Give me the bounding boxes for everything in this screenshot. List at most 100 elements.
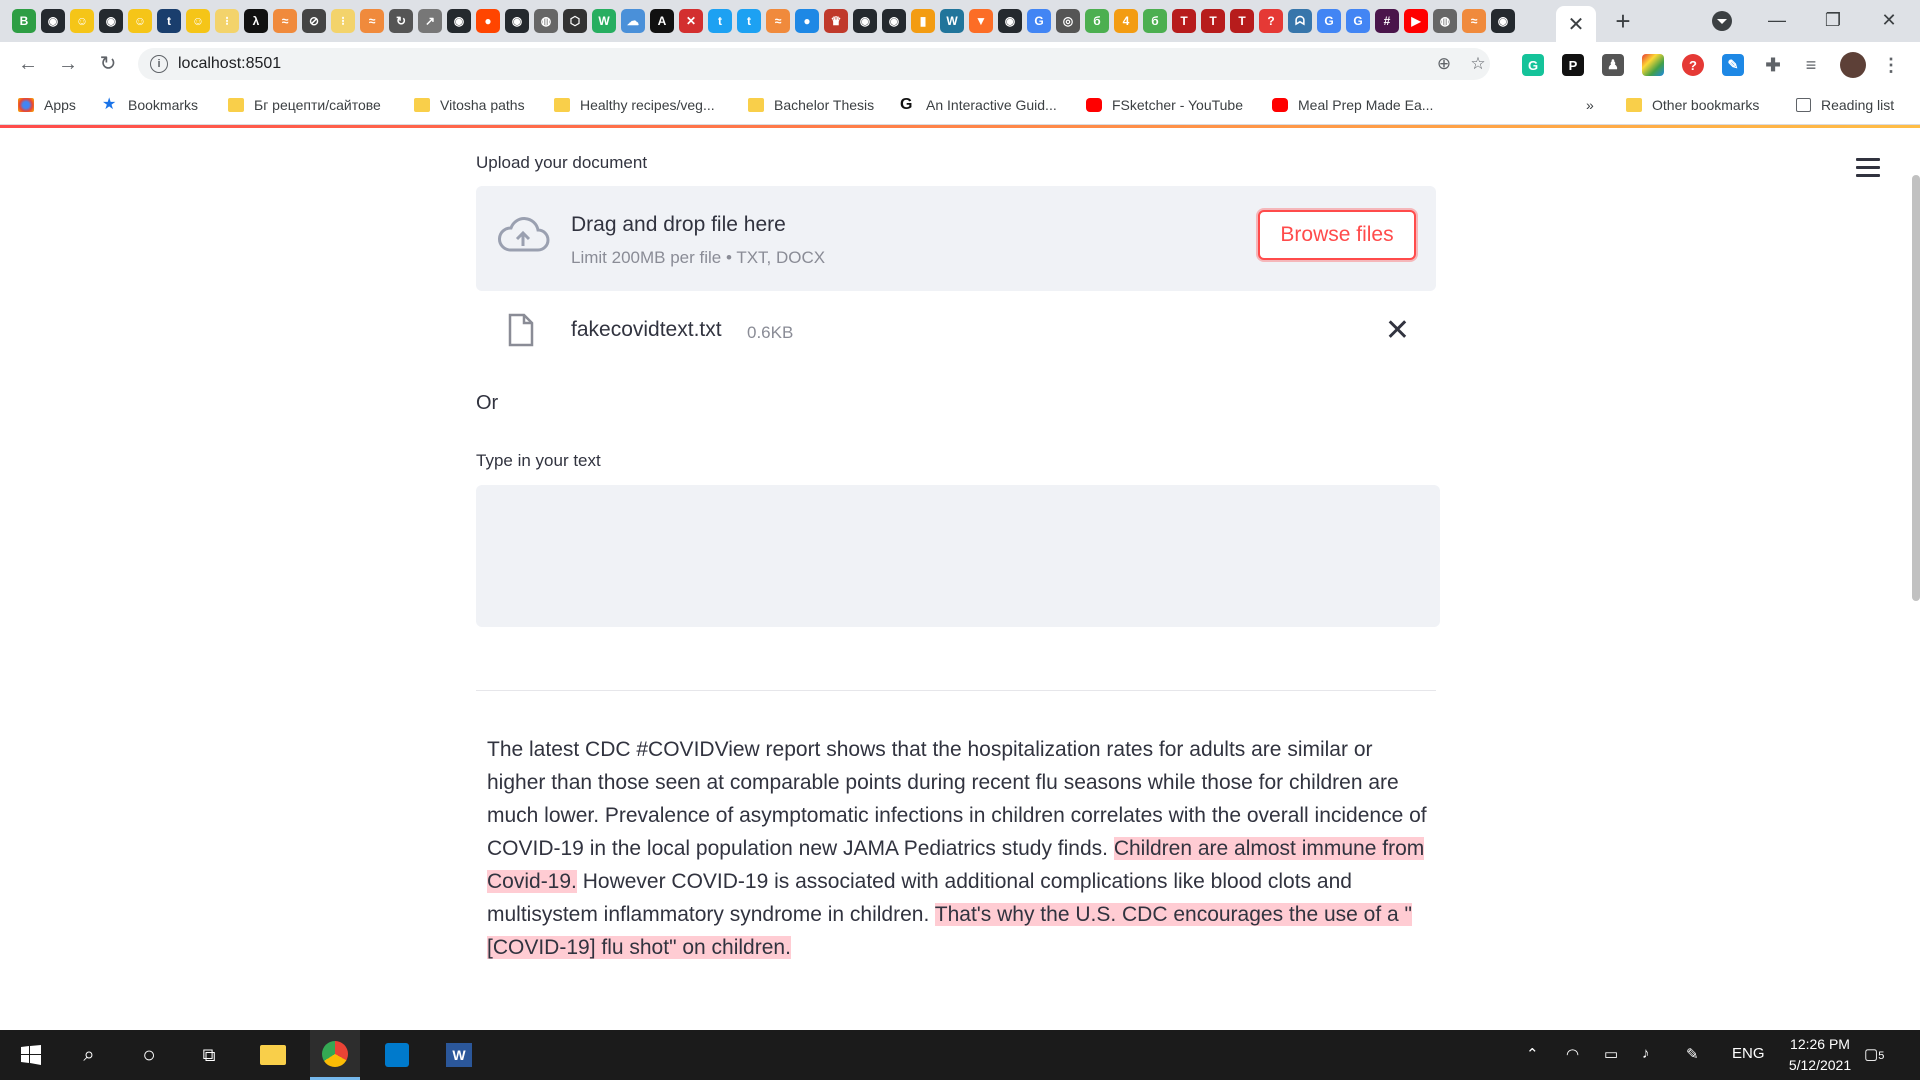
hamburger-menu-icon[interactable] bbox=[1856, 158, 1880, 178]
search-icon[interactable]: ⌕ bbox=[64, 1030, 114, 1080]
github-icon[interactable]: ◉ bbox=[853, 9, 877, 33]
wordpress-icon[interactable]: W bbox=[940, 9, 964, 33]
tab-favicon-icon[interactable]: ? bbox=[1259, 9, 1283, 33]
github-icon[interactable]: ◉ bbox=[41, 9, 65, 33]
vscode-taskbar-icon[interactable] bbox=[372, 1030, 422, 1080]
battery-icon[interactable]: ▭ bbox=[1604, 1045, 1618, 1063]
github-icon[interactable]: ◉ bbox=[882, 9, 906, 33]
tray-chevron-icon[interactable]: ⌃ bbox=[1526, 1045, 1539, 1063]
tab-favicon-icon[interactable]: ☁ bbox=[621, 9, 645, 33]
browse-files-button[interactable]: Browse files bbox=[1258, 210, 1416, 260]
tab-favicon-icon[interactable]: 4 bbox=[1114, 9, 1138, 33]
tab-favicon-icon[interactable]: T bbox=[1172, 9, 1196, 33]
reading-list-button[interactable]: Reading list bbox=[1796, 95, 1894, 115]
bookmark-link[interactable]: FSketcher - YouTube bbox=[1086, 95, 1243, 115]
volume-icon[interactable]: ♪ bbox=[1642, 1045, 1650, 1062]
site-info-icon[interactable]: i bbox=[150, 55, 168, 73]
github-icon[interactable]: ◉ bbox=[505, 9, 529, 33]
tab-favicon-icon[interactable]: t bbox=[157, 9, 181, 33]
bookmark-star-icon[interactable]: ☆ bbox=[1468, 54, 1488, 74]
bookmark-folder[interactable]: Бг рецепти/сайтове bbox=[228, 95, 381, 115]
media-control-icon[interactable]: ≡ bbox=[1800, 54, 1822, 76]
grammarly-extension-icon[interactable]: G bbox=[1522, 54, 1544, 76]
extension-icon[interactable]: ✎ bbox=[1722, 54, 1744, 76]
globe-icon[interactable]: ◍ bbox=[1433, 9, 1457, 33]
github-icon[interactable]: ◉ bbox=[99, 9, 123, 33]
tab-favicon-icon[interactable]: B bbox=[12, 9, 36, 33]
tab-favicon-icon[interactable]: ≈ bbox=[1462, 9, 1486, 33]
wifi-icon[interactable]: ◠ bbox=[1566, 1045, 1579, 1063]
gitlab-icon[interactable]: ▼ bbox=[969, 9, 993, 33]
google-icon[interactable]: G bbox=[1317, 9, 1341, 33]
bookmark-folder[interactable]: Healthy recipes/veg... bbox=[554, 95, 715, 115]
tab-favicon-icon[interactable]: ☺ bbox=[70, 9, 94, 33]
github-icon[interactable]: ◉ bbox=[998, 9, 1022, 33]
forward-arrow-icon[interactable]: → bbox=[54, 50, 82, 78]
tab-favicon-icon[interactable]: б bbox=[1085, 9, 1109, 33]
github-icon[interactable]: ◉ bbox=[447, 9, 471, 33]
extension-icon[interactable]: ♟ bbox=[1602, 54, 1624, 76]
address-bar[interactable]: i localhost:8501 ⊕ ☆ bbox=[138, 48, 1490, 80]
python-icon[interactable]: ᗣ bbox=[1288, 9, 1312, 33]
twitter-icon[interactable]: t bbox=[708, 9, 732, 33]
github-icon[interactable]: ◉ bbox=[1491, 9, 1515, 33]
back-arrow-icon[interactable]: ← bbox=[14, 50, 42, 78]
zoom-icon[interactable]: ⊕ bbox=[1434, 54, 1454, 74]
notification-center-icon[interactable]: ▢5 bbox=[1864, 1045, 1884, 1063]
tab-favicon-icon[interactable]: T bbox=[1230, 9, 1254, 33]
twitter-icon[interactable]: t bbox=[737, 9, 761, 33]
tab-favicon-icon[interactable]: ≈ bbox=[360, 9, 384, 33]
close-window-icon[interactable]: ✕ bbox=[1864, 5, 1914, 35]
close-tab-icon[interactable]: ✕ bbox=[1568, 12, 1585, 37]
file-dropzone[interactable]: Drag and drop file here Limit 200MB per … bbox=[476, 186, 1436, 291]
more-menu-icon[interactable]: ⋮ bbox=[1880, 54, 1902, 76]
restore-window-icon[interactable]: ❐ bbox=[1808, 5, 1858, 35]
tab-favicon-icon[interactable]: T bbox=[1201, 9, 1225, 33]
chrome-taskbar-icon[interactable] bbox=[310, 1030, 360, 1080]
tab-favicon-icon[interactable]: ⁝ bbox=[215, 9, 239, 33]
google-icon[interactable]: G bbox=[1346, 9, 1370, 33]
tab-favicon-icon[interactable]: ☺ bbox=[186, 9, 210, 33]
file-explorer-icon[interactable] bbox=[248, 1030, 298, 1080]
reddit-icon[interactable]: ● bbox=[476, 9, 500, 33]
system-clock[interactable]: 12:26 PM 5/12/2021 bbox=[1760, 1034, 1880, 1076]
tab-favicon-icon[interactable]: б bbox=[1143, 9, 1167, 33]
tab-favicon-icon[interactable]: ≈ bbox=[766, 9, 790, 33]
profile-avatar[interactable] bbox=[1840, 52, 1866, 78]
tab-favicon-icon[interactable]: ⬡ bbox=[563, 9, 587, 33]
p-extension-icon[interactable]: P bbox=[1562, 54, 1584, 76]
tab-favicon-icon[interactable]: A bbox=[650, 9, 674, 33]
windows-start-icon[interactable] bbox=[6, 1030, 56, 1080]
youtube-icon[interactable]: ▶ bbox=[1404, 9, 1428, 33]
tab-favicon-icon[interactable]: ↗ bbox=[418, 9, 442, 33]
extensions-puzzle-icon[interactable]: ✚ bbox=[1762, 54, 1784, 76]
tab-search-icon[interactable] bbox=[1710, 9, 1734, 33]
tab-favicon-icon[interactable]: ◎ bbox=[1056, 9, 1080, 33]
tab-favicon-icon[interactable]: λ bbox=[244, 9, 268, 33]
tab-favicon-icon[interactable]: ⁝ bbox=[331, 9, 355, 33]
cortana-icon[interactable]: ○ bbox=[124, 1030, 174, 1080]
remove-file-icon[interactable]: ✕ bbox=[1385, 313, 1410, 348]
tab-favicon-icon[interactable]: ☺ bbox=[128, 9, 152, 33]
active-tab[interactable]: ✕ bbox=[1556, 6, 1596, 42]
minimize-window-icon[interactable]: — bbox=[1752, 5, 1802, 35]
bookmark-bookmarks[interactable]: ★ Bookmarks bbox=[102, 95, 198, 115]
bookmark-apps[interactable]: Apps bbox=[18, 95, 76, 115]
tab-favicon-icon[interactable]: ● bbox=[795, 9, 819, 33]
task-view-icon[interactable]: ⧉ bbox=[184, 1030, 234, 1080]
tab-favicon-icon[interactable]: ↻ bbox=[389, 9, 413, 33]
bookmarks-overflow-button[interactable]: » bbox=[1586, 95, 1594, 115]
tab-favicon-icon[interactable]: W bbox=[592, 9, 616, 33]
bookmark-folder[interactable]: Vitosha paths bbox=[414, 95, 525, 115]
tab-favicon-icon[interactable]: ✕ bbox=[679, 9, 703, 33]
extension-icon[interactable]: ? bbox=[1682, 54, 1704, 76]
color-extension-icon[interactable] bbox=[1642, 54, 1664, 76]
slack-icon[interactable]: # bbox=[1375, 9, 1399, 33]
pen-icon[interactable]: ✎ bbox=[1686, 1045, 1699, 1063]
url-text[interactable]: localhost:8501 bbox=[178, 55, 281, 73]
bookmark-link[interactable]: Meal Prep Made Ea... bbox=[1272, 95, 1433, 115]
globe-icon[interactable]: ◍ bbox=[534, 9, 558, 33]
bookmark-folder[interactable]: Bachelor Thesis bbox=[748, 95, 874, 115]
text-input-area[interactable] bbox=[476, 485, 1440, 627]
new-tab-button[interactable]: + bbox=[1608, 6, 1638, 36]
